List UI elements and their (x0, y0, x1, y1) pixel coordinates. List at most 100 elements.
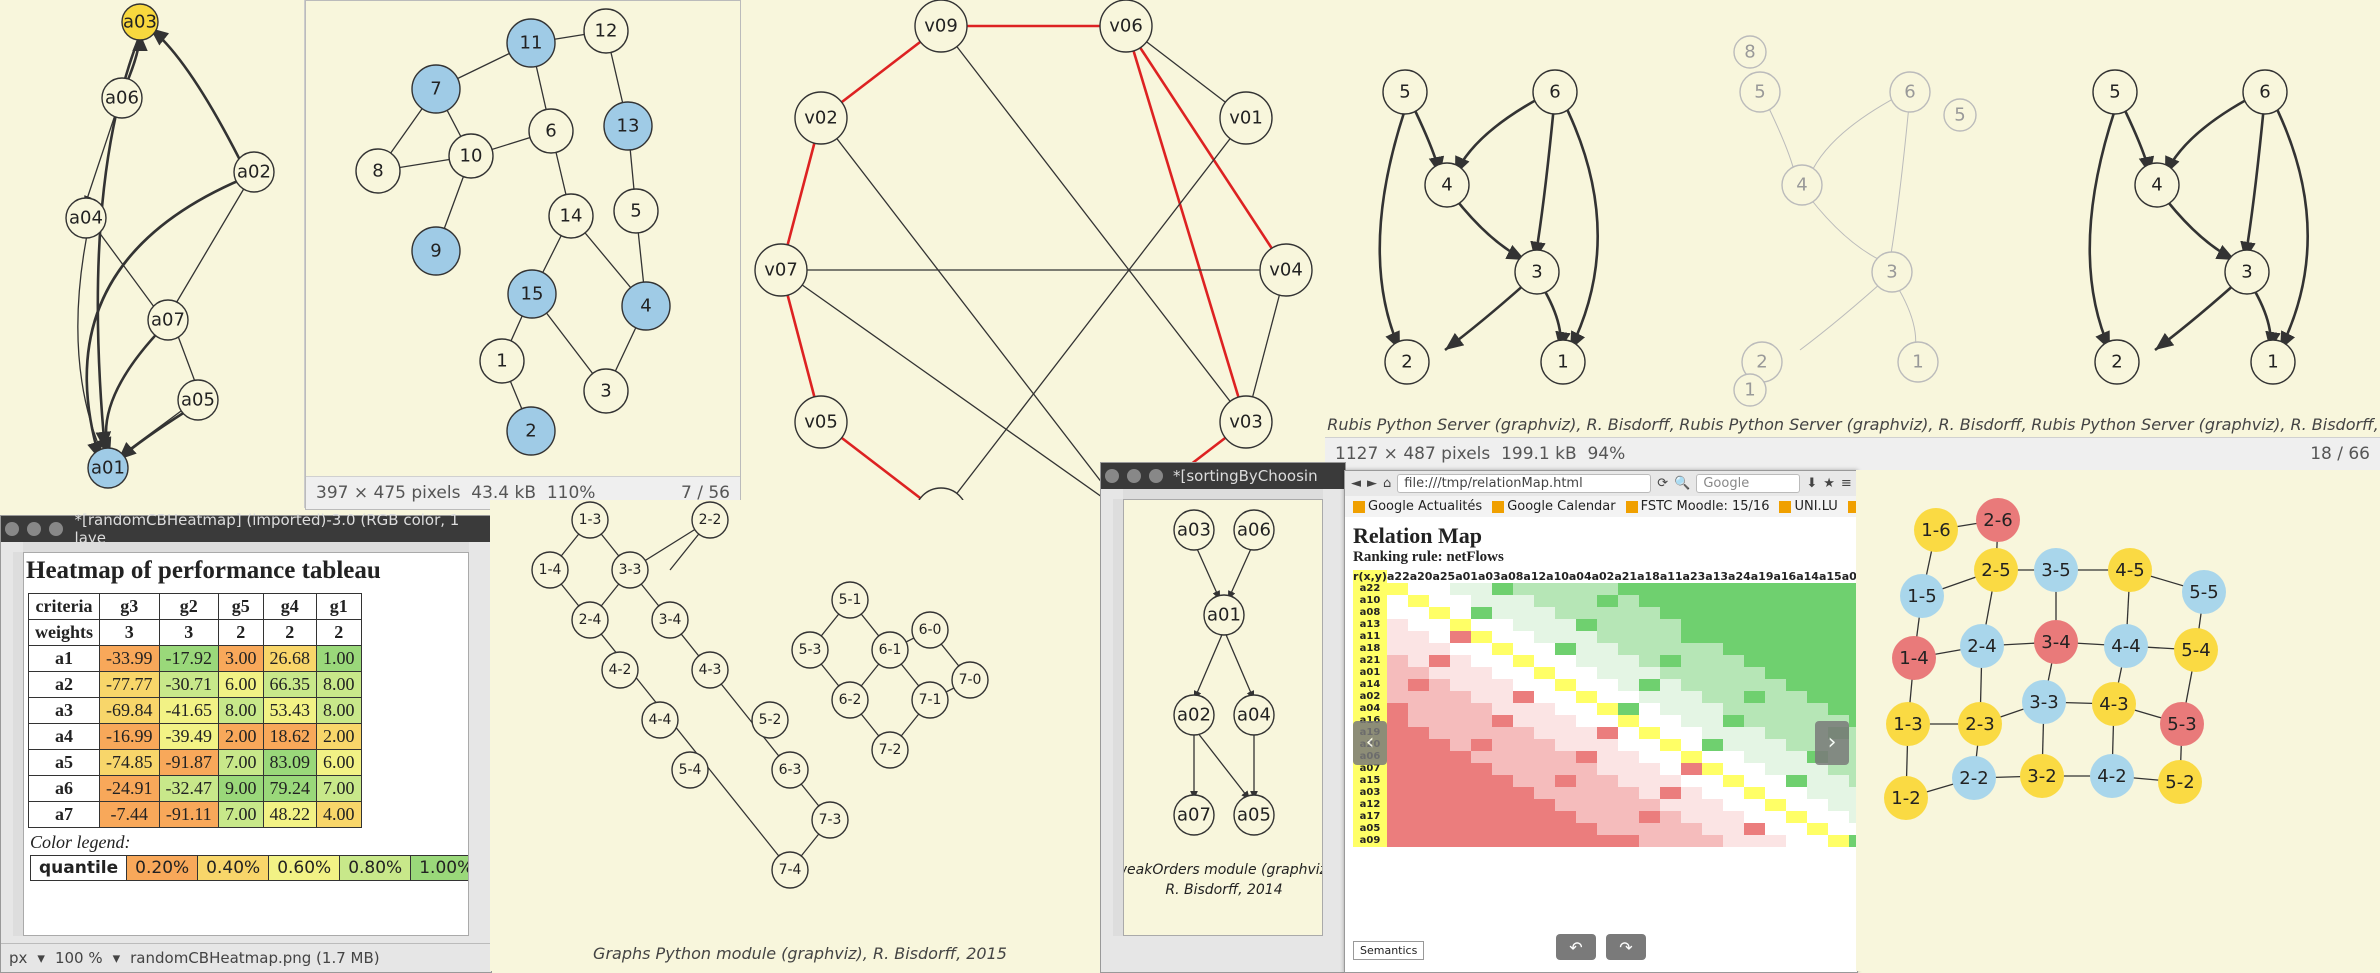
svg-text:a06: a06 (105, 88, 139, 109)
svg-text:1: 1 (1557, 352, 1568, 373)
svg-text:1-3: 1-3 (579, 512, 602, 528)
svg-text:9: 9 (430, 241, 441, 262)
svg-text:6-3: 6-3 (779, 762, 802, 778)
min-icon[interactable] (1127, 469, 1141, 483)
svg-text:5: 5 (630, 201, 641, 222)
panel-b-graph: 12 6 10 8 14 5 1 3 7 9 11 13 15 2 4 (306, 1, 742, 476)
panel-d-graph: 5 6 4 3 2 1 8 5 5 6 4 3 2 1 1 5 6 4 3 2 … (1325, 0, 2380, 430)
gimp-heatmap-status: px▾ 100 %▾ randomCBHeatmap.png (1.7 MB) (1, 943, 491, 972)
svg-text:7-1: 7-1 (919, 692, 942, 708)
svg-text:v01: v01 (1229, 108, 1263, 129)
back-icon[interactable]: ◄ (1351, 476, 1361, 491)
lattice-node: 1-6 (1914, 508, 1958, 552)
svg-text:a07: a07 (1177, 805, 1211, 826)
bookmark[interactable]: FSTC Moodle: 15/16 (1626, 499, 1770, 514)
down-icon[interactable]: ⬇ (1806, 476, 1817, 491)
svg-text:a01: a01 (91, 458, 125, 479)
svg-text:2-4: 2-4 (579, 612, 602, 628)
close-icon[interactable] (1105, 469, 1119, 483)
home-icon[interactable]: ⌂ (1383, 476, 1391, 491)
bookmark[interactable]: Google Actualités (1353, 499, 1482, 514)
search-field[interactable]: Google (1696, 474, 1800, 493)
svg-text:5-3: 5-3 (799, 642, 822, 658)
lattice-node: 3-5 (2034, 548, 2078, 592)
svg-text:11: 11 (520, 33, 543, 54)
lattice-node: 1-4 (1892, 636, 1936, 680)
max-icon[interactable] (49, 522, 63, 536)
gimp-sort-window: *[sortingByChoosin a03 a06 a01 a02 a04 a… (1100, 462, 1346, 973)
panel-d: 5 6 4 3 2 1 8 5 5 6 4 3 2 1 1 5 6 4 3 2 … (1325, 0, 2380, 470)
next-button[interactable]: › (1815, 721, 1849, 765)
lattice-node: 2-4 (1960, 624, 2004, 668)
bookmarks-bar: Google Actualités Google Calendar FSTC Moo… (1345, 496, 1857, 517)
svg-text:7: 7 (430, 79, 441, 100)
close-icon[interactable] (5, 522, 19, 536)
menu-icon[interactable]: ≡ (1841, 476, 1852, 491)
svg-text:1: 1 (2267, 352, 2278, 373)
svg-text:4-4: 4-4 (649, 712, 672, 728)
svg-text:14: 14 (560, 206, 583, 227)
panel-f-graph: 1-32-21-43-32-43-44-24-34-45-15-25-35-46… (490, 500, 1110, 940)
svg-text:15: 15 (521, 284, 544, 305)
svg-text:5: 5 (1754, 82, 1765, 103)
svg-text:v05: v05 (804, 412, 838, 433)
browser-toolbar: ◄ ► ⌂ file:///tmp/relationMap.html ⟳ 🔍Go… (1345, 471, 1857, 496)
footer-box: Semantics (1353, 941, 1424, 960)
svg-text:6-0: 6-0 (919, 622, 942, 638)
relation-map-subtitle: Ranking rule: netFlows (1345, 549, 1857, 570)
svg-text:1-4: 1-4 (539, 562, 562, 578)
svg-text:6: 6 (1549, 82, 1560, 103)
svg-text:6-1: 6-1 (879, 642, 902, 658)
redo-button[interactable]: ↷ (1606, 934, 1646, 960)
panel-b: 12 6 10 8 14 5 1 3 7 9 11 13 15 2 4 397 … (305, 0, 741, 510)
lattice-node: 5-3 (2160, 702, 2204, 746)
lattice-node: 2-3 (1958, 702, 2002, 746)
gimp-heatmap-window: *[randomCBHeatmap] (imported)-3.0 (RGB c… (0, 515, 492, 973)
svg-text:4-3: 4-3 (699, 662, 722, 678)
svg-text:6: 6 (1904, 82, 1915, 103)
max-icon[interactable] (1149, 469, 1163, 483)
legend-row: quantile0.20%0.40%0.60%0.80%1.00% (30, 855, 469, 881)
lattice-node: 5-2 (2158, 760, 2202, 804)
min-icon[interactable] (27, 522, 41, 536)
svg-text:5-4: 5-4 (679, 762, 702, 778)
heatmap-title: Heatmap of performance tableau (24, 553, 468, 589)
fwd-icon[interactable]: ► (1367, 476, 1377, 491)
svg-text:4-2: 4-2 (609, 662, 632, 678)
star-icon[interactable]: ★ (1823, 476, 1835, 491)
bookmark[interactable]: UNI.LU (1779, 499, 1837, 514)
svg-text:v07: v07 (764, 260, 798, 281)
svg-text:6: 6 (2259, 82, 2270, 103)
svg-text:4: 4 (1796, 175, 1807, 196)
svg-text:1: 1 (1744, 380, 1755, 401)
lattice-node: 2-2 (1952, 756, 1996, 800)
gimp-sort-titlebar[interactable]: *[sortingByChoosin (1101, 463, 1345, 489)
prev-button[interactable]: ‹ (1353, 721, 1387, 765)
panel-f: 1-32-21-43-32-43-44-24-34-45-15-25-35-46… (490, 500, 1110, 971)
svg-text:5-2: 5-2 (759, 712, 782, 728)
svg-text:R. Bisdorff, 2014: R. Bisdorff, 2014 (1165, 882, 1282, 898)
svg-text:a02: a02 (237, 162, 271, 183)
lattice-node: 4-5 (2108, 548, 2152, 592)
lattice-node: 2-5 (1974, 548, 2018, 592)
svg-text:6: 6 (545, 121, 556, 142)
gimp-heatmap-titlebar[interactable]: *[randomCBHeatmap] (imported)-3.0 (RGB c… (1, 516, 491, 542)
svg-text:7-3: 7-3 (819, 812, 842, 828)
browser-window: ◄ ► ⌂ file:///tmp/relationMap.html ⟳ 🔍Go… (1344, 470, 1858, 973)
svg-text:a04: a04 (1237, 705, 1271, 726)
svg-text:a07: a07 (151, 310, 185, 331)
svg-text:6-2: 6-2 (839, 692, 862, 708)
svg-text:4: 4 (640, 296, 651, 317)
url-field[interactable]: file:///tmp/relationMap.html (1397, 474, 1651, 493)
relation-map-title: Relation Map (1345, 517, 1857, 549)
svg-text:3-4: 3-4 (659, 612, 682, 628)
svg-text:3: 3 (600, 381, 611, 402)
svg-text:v06: v06 (1109, 16, 1143, 37)
svg-text:v04: v04 (1269, 260, 1303, 281)
reload-icon[interactable]: ⟳ (1657, 476, 1668, 491)
svg-text:a04: a04 (69, 208, 103, 229)
bookmark[interactable]: Google Calendar (1492, 499, 1615, 514)
undo-button[interactable]: ↶ (1556, 934, 1596, 960)
svg-text:4: 4 (2151, 175, 2162, 196)
svg-text:2-2: 2-2 (699, 512, 722, 528)
